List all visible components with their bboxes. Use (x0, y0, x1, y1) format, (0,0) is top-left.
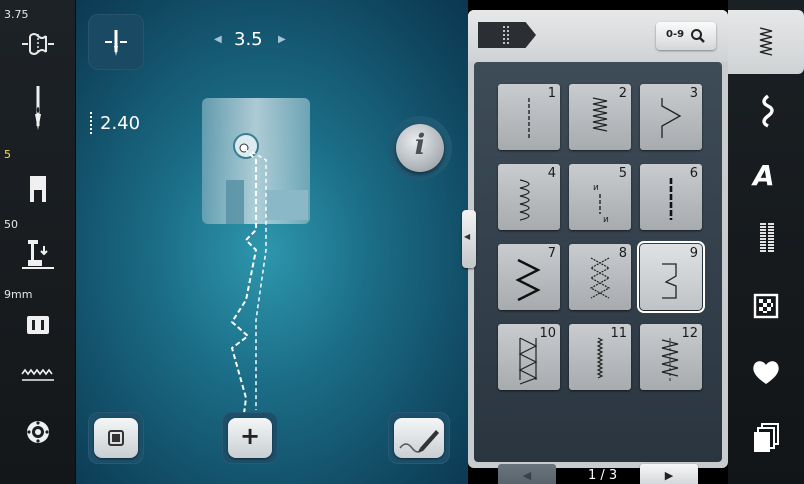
stitch-plate-icon (27, 316, 49, 334)
page-indicator: 1 / 3 (588, 468, 618, 483)
stitch-length-marker (90, 112, 92, 134)
quilt-stitches-icon (753, 293, 779, 319)
search-by-number-label: 0-9 (666, 29, 685, 40)
square-icon (108, 430, 124, 446)
presser-foot-value: 5 (4, 148, 11, 161)
straight-stitch-icon (528, 98, 530, 138)
reverse-straight-icon: ии (593, 183, 609, 225)
panel-header: 0-9 (468, 10, 728, 62)
sidebar-item-decorative-stitches[interactable] (746, 90, 786, 130)
previous-page-button[interactable]: ◀ (498, 464, 556, 484)
stitch-length-value[interactable]: 2.40 (100, 113, 140, 134)
sidebar-item-feed-dog[interactable] (0, 348, 76, 408)
honeycomb-stitch-icon (589, 257, 611, 299)
buttonholes-icon (760, 223, 774, 252)
stitch-edit-button[interactable] (388, 412, 450, 464)
zigzag-wide-icon (661, 98, 682, 138)
stitch-plate-value: 9mm (4, 288, 33, 301)
needle-position-left-arrow[interactable]: ◀ (214, 34, 222, 45)
needle-position-icon (105, 30, 127, 56)
sidebar-item-combinations[interactable] (746, 418, 786, 458)
bobbin-icon (27, 421, 49, 443)
chevron-left-icon: ◀ (522, 469, 532, 482)
stitch-cell-7[interactable]: 7 (498, 244, 560, 310)
stitch-cell-10[interactable]: 10 (498, 324, 560, 390)
panel-collapse-handle[interactable]: ◀ (462, 210, 476, 268)
svg-text:и: и (593, 183, 599, 193)
next-page-button[interactable]: ▶ (640, 464, 698, 484)
info-button[interactable]: i (396, 124, 444, 172)
info-icon: i (414, 128, 426, 161)
triple-straight-icon (669, 178, 673, 220)
needle-icon (35, 86, 41, 130)
needle-position-button[interactable] (88, 14, 144, 70)
sidebar-item-stitch-width[interactable]: 3.75 (0, 6, 76, 66)
stitch-cell-5[interactable]: 5 ии (569, 164, 631, 230)
zigzag-bold-icon (515, 258, 541, 302)
sidebar-item-needle[interactable] (0, 80, 76, 140)
stitch-cell-12[interactable]: 12 (640, 324, 702, 390)
stitch-preview-area: ◀ 3.5 ▶ 2.40 i + (76, 0, 468, 484)
stitch-cell-3[interactable]: 3 (640, 84, 702, 150)
needle-position-right-arrow[interactable]: ▶ (278, 34, 286, 45)
svg-text:A: A (751, 159, 775, 192)
stitch-cell-2[interactable]: 2 (569, 84, 631, 150)
feed-dog-icon (21, 368, 54, 381)
decorative-stitches-icon (762, 94, 774, 128)
stitch-cell-11[interactable]: 11 (569, 324, 631, 390)
stitch-cell-6[interactable]: 6 (640, 164, 702, 230)
add-stitch-button[interactable]: + (222, 412, 278, 464)
left-sidebar: 3.75 5 50 9mm (0, 0, 76, 484)
sewing-machine-screen: 3.75 5 50 9mm ◀ 3.5 ▶ 2.40 i + 0-9 1 2 3… (0, 0, 804, 484)
right-sidebar: A (728, 0, 804, 484)
stitch-cell-9[interactable]: 9 (637, 241, 705, 313)
stretch-zigzag-icon (661, 338, 679, 382)
needle-position-value: 3.5 (234, 29, 263, 50)
presser-foot-pressure-icon (22, 240, 54, 269)
stitch-width-icon (22, 33, 54, 55)
chevron-left-icon: ◀ (464, 232, 471, 241)
presser-foot-icon (30, 176, 46, 202)
sidebar-item-bobbin[interactable] (0, 412, 76, 472)
presser-foot-pressure-value: 50 (4, 218, 18, 231)
zigzag-dense-icon (592, 97, 608, 132)
stitch-view-toggle-button[interactable] (88, 412, 144, 464)
sidebar-item-favorites[interactable] (746, 352, 786, 392)
stitch-cell-4[interactable]: 4 (498, 164, 560, 230)
sidebar-item-stitch-plate[interactable]: 9mm (0, 286, 76, 346)
combinations-icon (754, 423, 779, 452)
satin-stitch-icon (596, 337, 604, 379)
stitch-width-value: 3.75 (4, 8, 29, 21)
blind-stitch-icon (662, 263, 677, 299)
pencil-stitch-icon (399, 430, 439, 453)
sidebar-item-presser-foot[interactable]: 5 (0, 146, 76, 206)
search-by-number-button[interactable]: 0-9 (656, 22, 716, 50)
sidebar-item-alphabets[interactable]: A (746, 154, 786, 194)
practical-stitches-icon (759, 27, 773, 56)
stitch-preview-graphic (202, 98, 310, 415)
sidebar-item-buttonholes[interactable] (746, 218, 786, 258)
alphabets-icon: A (751, 159, 775, 192)
chevron-right-icon: ▶ (664, 469, 674, 482)
plus-icon: + (239, 422, 261, 450)
wave-stitch-icon (519, 179, 530, 221)
svg-text:и: и (603, 215, 609, 225)
overlock-stitch-icon (518, 337, 538, 385)
sidebar-item-presser-foot-pressure[interactable]: 50 (0, 216, 76, 276)
straight-stitch-tab-icon (503, 26, 509, 44)
info-button-ring: i (388, 116, 452, 180)
panel-tab[interactable] (478, 22, 536, 48)
search-icon (691, 29, 705, 43)
stitch-selection-panel: 0-9 1 2 3 4 5 и и 6 7 8 9 10 11 12 ◀ 1 /… (468, 10, 728, 484)
stitch-cell-8[interactable]: 8 (569, 244, 631, 310)
favorites-icon (753, 361, 779, 384)
stitch-cell-1[interactable]: 1 (498, 84, 560, 150)
sidebar-item-quilt-stitches[interactable] (746, 286, 786, 326)
sidebar-item-practical-stitches[interactable] (728, 10, 804, 74)
stitch-grid: 1 2 3 4 5 ии 6 7 8 9 10 11 12 ◀ 1 / 3 ▶ (474, 62, 722, 484)
